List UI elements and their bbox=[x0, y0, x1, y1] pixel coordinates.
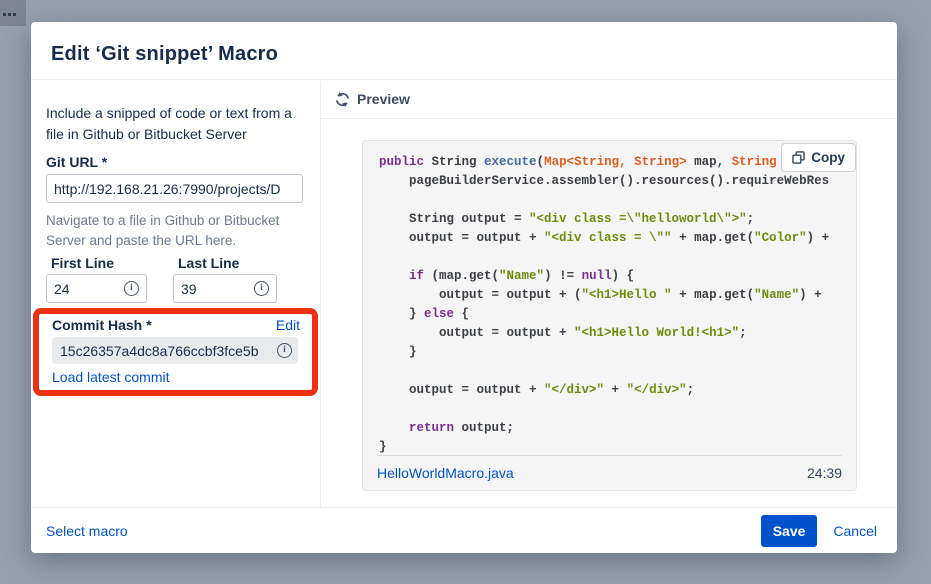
macro-form-panel: Include a snipped of code or text from a… bbox=[31, 81, 321, 507]
screen-overlay: Edit ‘Git snippet’ Macro Include a snipp… bbox=[0, 0, 931, 584]
drag-dots-icon bbox=[3, 13, 6, 16]
preview-title: Preview bbox=[357, 91, 410, 107]
commit-hash-value: 15c26357a4dc8a766ccbf3fce5b bbox=[60, 343, 259, 359]
info-icon[interactable] bbox=[124, 281, 139, 296]
code-snippet-card: public String execute(Map<String, String… bbox=[362, 140, 857, 491]
first-line-field-wrap bbox=[46, 274, 147, 303]
file-name-link[interactable]: HelloWorldMacro.java bbox=[377, 465, 514, 481]
last-line-field-wrap bbox=[173, 274, 277, 303]
git-url-label: Git URL * bbox=[46, 154, 107, 170]
code-block: public String execute(Map<String, String… bbox=[363, 141, 856, 454]
first-line-label: First Line bbox=[51, 255, 114, 271]
load-latest-commit-link[interactable]: Load latest commit bbox=[52, 369, 170, 385]
git-url-help: Navigate to a file in Github or Bitbucke… bbox=[46, 211, 296, 250]
dialog-header: Edit ‘Git snippet’ Macro bbox=[31, 22, 897, 80]
dialog-footer: Select macro Save Cancel bbox=[31, 507, 897, 553]
git-url-input[interactable] bbox=[46, 174, 303, 203]
copy-button-label: Copy bbox=[811, 150, 845, 165]
line-range: 24:39 bbox=[807, 465, 842, 481]
git-url-field-wrap bbox=[46, 174, 303, 203]
code-card-footer: HelloWorldMacro.java 24:39 bbox=[377, 455, 842, 490]
save-button[interactable]: Save bbox=[761, 515, 818, 547]
commit-hash-edit-link[interactable]: Edit bbox=[276, 317, 300, 333]
cancel-link[interactable]: Cancel bbox=[833, 523, 877, 539]
info-icon[interactable] bbox=[277, 343, 292, 358]
edit-macro-dialog: Edit ‘Git snippet’ Macro Include a snipp… bbox=[31, 22, 897, 553]
dialog-title: Edit ‘Git snippet’ Macro bbox=[51, 43, 278, 66]
background-drag-handle bbox=[0, 0, 26, 26]
copy-icon bbox=[792, 151, 805, 164]
preview-panel: Preview public String execute(Map<String… bbox=[321, 81, 897, 507]
commit-hash-label: Commit Hash * bbox=[52, 317, 152, 333]
commit-hash-field: 15c26357a4dc8a766ccbf3fce5b bbox=[52, 337, 298, 364]
copy-button[interactable]: Copy bbox=[781, 143, 856, 172]
select-macro-link[interactable]: Select macro bbox=[46, 523, 128, 539]
macro-description: Include a snipped of code or text from a… bbox=[46, 103, 306, 145]
commit-hash-annotation-box: Commit Hash * Edit 15c26357a4dc8a766ccbf… bbox=[33, 308, 318, 396]
info-icon[interactable] bbox=[254, 281, 269, 296]
preview-header: Preview bbox=[321, 81, 897, 119]
last-line-label: Last Line bbox=[178, 255, 239, 271]
refresh-icon[interactable] bbox=[334, 91, 351, 108]
